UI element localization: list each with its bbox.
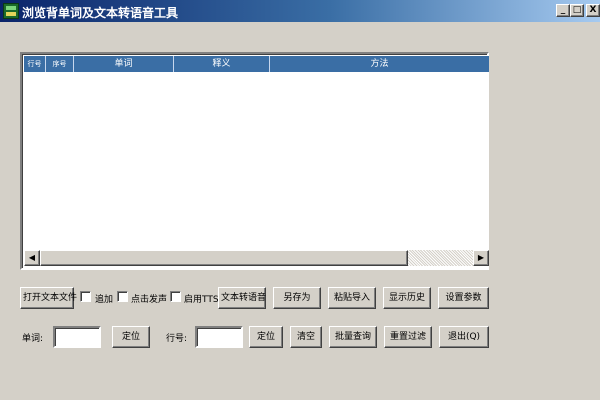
click-speak-label: 点击发声: [131, 295, 168, 305]
maximize-icon[interactable]: □: [570, 4, 584, 17]
horizontal-scrollbar[interactable]: ◀ ▶: [24, 250, 489, 266]
column-header-word[interactable]: 单词: [74, 56, 174, 72]
exit-button[interactable]: 退出(Q): [439, 326, 489, 348]
word-label: 单词:: [22, 334, 44, 344]
column-header-method[interactable]: 方法: [270, 56, 489, 72]
enable-tts-checkbox[interactable]: [170, 291, 181, 302]
text-to-speech-button[interactable]: 文本转语音: [218, 287, 266, 309]
clear-button[interactable]: 清空: [290, 326, 322, 348]
title-bar: 浏览背单词及文本转语音工具 _ □ X: [0, 0, 600, 22]
locate-word-button[interactable]: 定位: [112, 326, 150, 348]
minimize-icon[interactable]: _: [556, 4, 570, 17]
locate-line-button[interactable]: 定位: [249, 326, 283, 348]
column-header-index[interactable]: 序号: [46, 56, 74, 72]
settings-button[interactable]: 设置参数: [438, 287, 489, 309]
list-header: 行号 序号 单词 释义 方法: [24, 56, 489, 72]
enable-tts-label: 启用TTS: [184, 295, 219, 305]
show-history-button[interactable]: 显示历史: [383, 287, 431, 309]
close-icon[interactable]: X: [586, 4, 600, 17]
word-input[interactable]: [53, 326, 101, 348]
save-as-button[interactable]: 另存为: [273, 287, 321, 309]
word-list[interactable]: 行号 序号 单词 释义 方法 ◀ ▶: [20, 52, 489, 270]
click-speak-checkbox[interactable]: [117, 291, 128, 302]
column-header-meaning[interactable]: 释义: [174, 56, 270, 72]
open-text-file-button[interactable]: 打开文本文件: [20, 287, 77, 309]
line-number-label: 行号:: [166, 334, 188, 344]
append-checkbox[interactable]: [80, 291, 91, 302]
scroll-thumb[interactable]: [40, 250, 408, 266]
column-header-line-no[interactable]: 行号: [24, 56, 46, 72]
batch-query-button[interactable]: 批量查询: [329, 326, 377, 348]
line-number-input[interactable]: [195, 326, 243, 348]
paste-import-button[interactable]: 粘贴导入: [328, 287, 376, 309]
scroll-right-icon[interactable]: ▶: [473, 250, 489, 266]
reset-filter-button[interactable]: 重置过滤: [384, 326, 432, 348]
scroll-left-icon[interactable]: ◀: [24, 250, 40, 266]
app-icon: [3, 3, 19, 19]
window-title: 浏览背单词及文本转语音工具: [22, 6, 179, 20]
append-label: 追加: [95, 295, 114, 305]
